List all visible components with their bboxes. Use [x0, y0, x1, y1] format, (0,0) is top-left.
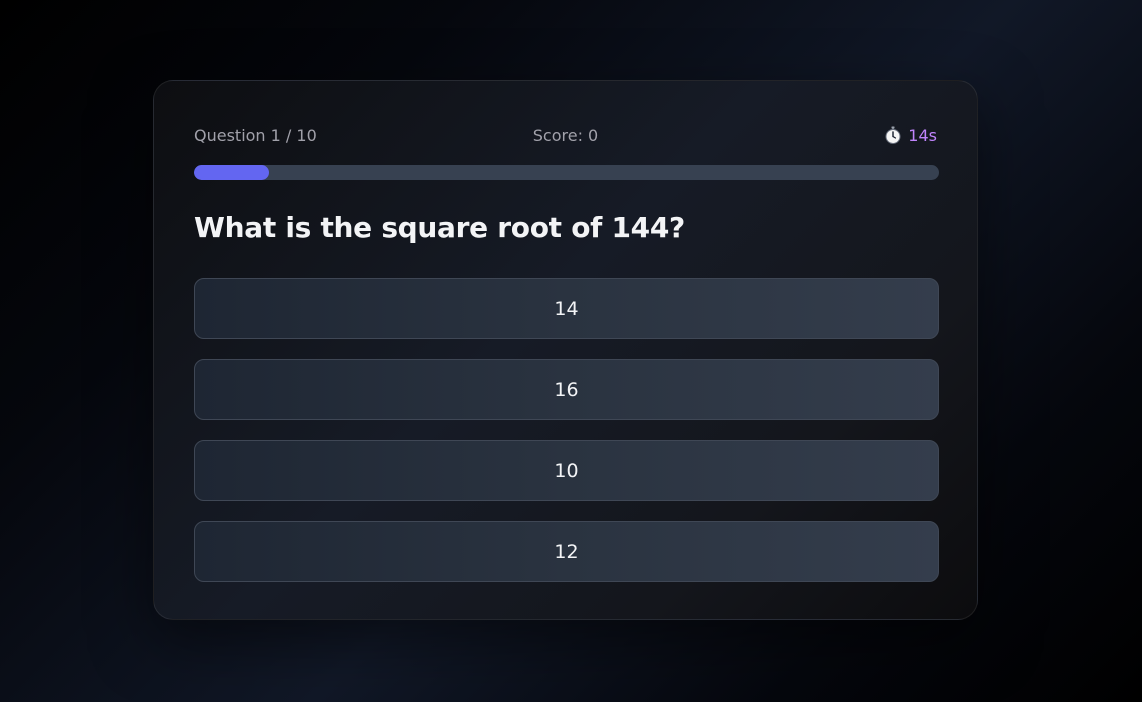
answer-option-4[interactable]: 12 — [194, 521, 939, 582]
answer-option-1[interactable]: 14 — [194, 278, 939, 339]
quiz-header: Question 1 / 10 Score: 0 14s — [194, 123, 937, 147]
question-text: What is the square root of 144? — [194, 211, 685, 244]
quiz-card: Question 1 / 10 Score: 0 14s What is the… — [153, 80, 978, 620]
answer-option-3[interactable]: 10 — [194, 440, 939, 501]
progress-bar — [194, 165, 939, 180]
answer-option-2[interactable]: 16 — [194, 359, 939, 420]
question-counter: Question 1 / 10 — [194, 125, 317, 145]
answer-options: 14 16 10 12 — [194, 278, 939, 602]
progress-fill — [194, 165, 269, 180]
timer: 14s — [884, 126, 937, 145]
stopwatch-icon — [885, 126, 901, 144]
timer-label: 14s — [908, 125, 937, 145]
